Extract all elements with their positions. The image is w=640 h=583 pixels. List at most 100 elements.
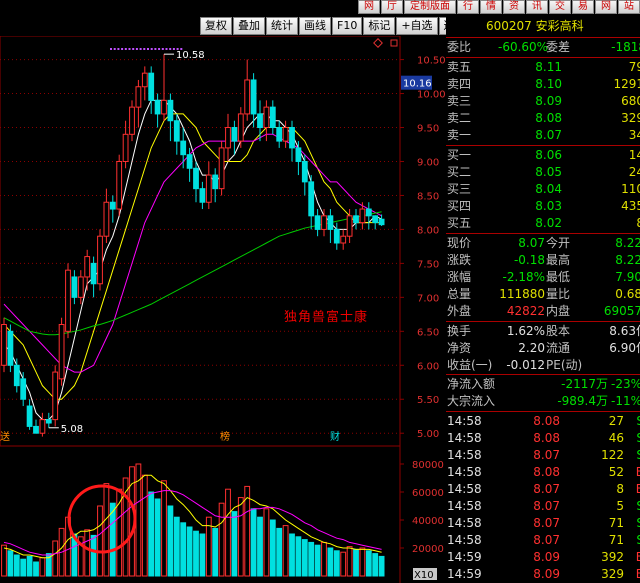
event-dot [176,48,179,50]
bid-volume: 24 [628,165,640,179]
ask-volume: 1291 [613,77,640,91]
tick-time: 14:58 [447,414,482,428]
panel-row: 买四 8.03 435 [446,198,640,215]
toolbar-button-0[interactable]: 复权 [200,17,232,35]
marker-left: 送 [0,430,10,443]
volume-bar [186,526,193,577]
toolbar-button-2[interactable]: 统计 [266,17,298,35]
volume-bar [218,502,225,577]
candle-body [135,86,142,108]
panel-row: 外盘 42822 内盘 69057 [446,303,640,320]
candle-body [340,235,347,244]
menu-item-0[interactable]: 网 [358,0,380,14]
volume-tick-label: 80000 [412,460,444,471]
ask-label: 卖一 [447,128,472,142]
panel-row: 卖二 8.08 329 [446,110,640,127]
stat-label: PE(动) [546,358,583,372]
volume-bar [90,534,97,577]
toolbar-button-6[interactable]: +自选 [396,17,438,35]
stat-label: 收益(一) [447,358,493,372]
kline-chart[interactable]: 10.50 10.00 9.50 9.00 8.50 8.00 7.50 7.00 6.50 6.… [0,36,445,583]
stat-value: -0.18 [513,253,545,267]
volume-bar [237,497,244,577]
menu-item-6[interactable]: 讯 [526,0,548,14]
tick-flag: S [636,430,640,447]
volume-bar [257,516,263,577]
candle-body [154,99,161,115]
tick-price: 8.08 [533,465,560,479]
ask-label: 卖二 [447,111,472,125]
panel-row: 买五 8.02 8 [446,215,640,232]
tick-flag: S [636,515,640,532]
bid-volume: 8 [636,215,640,232]
stat-value: 2.20 [518,341,545,355]
price-tick-label: 9.00 [417,157,439,168]
event-dot [180,48,183,50]
tick-flag: S [636,413,640,430]
candle-body [71,276,78,298]
ratio-label: 委比 [447,40,472,54]
volume-bar [141,474,148,577]
candle-body [173,120,180,142]
candle-body [295,147,302,162]
volume-bar [7,550,14,577]
candle-body [276,127,283,142]
tick-price: 8.09 [533,550,560,564]
panel-row: 14:58 8.07 122 S [446,447,640,464]
marker-right: 财 [330,430,340,443]
menu-item-3[interactable]: 行 [457,0,479,14]
toolbar-button-5[interactable]: 标记 [363,17,396,35]
event-dot [165,48,168,50]
panel-divider [446,374,640,375]
stat-value: 111880 [499,287,545,301]
volume-bar [180,522,187,577]
tick-flag: S [636,498,640,515]
panel-row: 买二 8.05 24 [446,164,640,181]
menu-item-8[interactable]: 易 [572,0,594,14]
volume-bar [173,516,180,577]
toolbar-button-1[interactable]: 叠加 [233,17,265,35]
marker-mid: 榜 [220,430,230,443]
menu-item-9[interactable]: 网 [595,0,617,14]
volume-bar [212,527,219,577]
toolbar-button-4[interactable]: F10 [332,17,363,35]
tick-time: 14:58 [447,516,482,530]
candle-body [39,419,46,434]
bid-price: 8.03 [535,199,562,213]
menu-item-10[interactable]: 站 [618,0,640,14]
event-dot [117,48,120,50]
stat-value: 69057 [603,304,640,318]
price-tick-label: 8.00 [417,225,439,236]
menu-item-7[interactable]: 交 [549,0,571,14]
event-dot [124,48,127,50]
candle-body [58,324,65,380]
volume-bar [167,505,174,577]
candle-body [167,99,174,122]
panel-row: 14:58 8.07 71 S [446,532,640,549]
event-dot [154,48,157,50]
stat-label: 涨跌 [447,253,472,267]
tick-volume: 52 [608,465,624,479]
candle-body [97,235,103,285]
panel-row: 总量 111880 量比 0.68 [446,286,640,303]
volume-bar [346,546,353,577]
menu-item-5[interactable]: 资 [503,0,525,14]
high-price-label: 10.58 [176,50,205,61]
volume-bar [289,533,295,577]
candle-body [148,72,155,101]
volume-bar [333,550,340,577]
volume-bar [308,541,315,577]
tick-time: 14:58 [447,533,482,547]
flow-pct: -23% [610,377,640,391]
volume-bar [199,533,206,577]
stat-label: 最高 [546,253,571,267]
panel-row: 卖一 8.07 34 [446,127,640,144]
menu-item-2[interactable]: 定制版面 [404,0,456,14]
menu-item-4[interactable]: 情 [480,0,502,14]
bid-price: 8.06 [535,148,562,162]
toolbar-button-3[interactable]: 画线 [299,17,331,35]
tick-volume: 46 [608,431,624,445]
tick-flag: B [635,465,640,479]
menu-item-1[interactable]: 厅 [381,0,403,14]
stat-label: 内盘 [546,304,571,318]
